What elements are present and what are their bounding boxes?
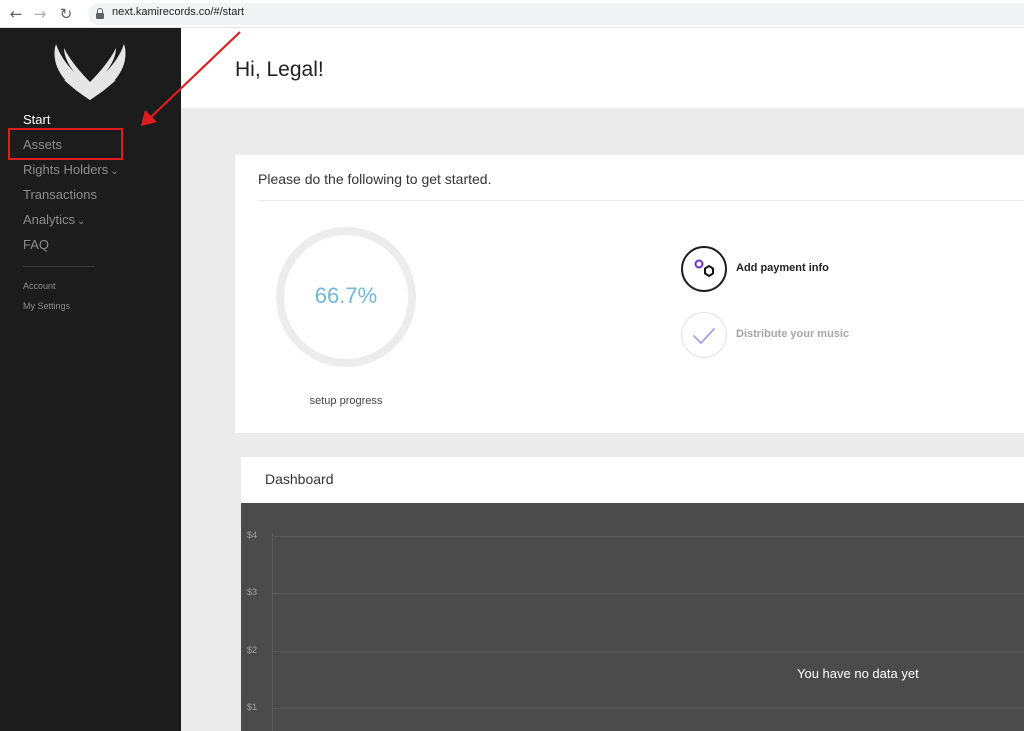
page-header: Hi, Legal! — [181, 28, 1024, 108]
dashboard-card: Dashboard $4 $3 $2 $1 You have no data y… — [241, 457, 1024, 731]
sidebar-item-label: Transactions — [23, 187, 97, 202]
chevron-down-icon: ⌄ — [110, 166, 119, 177]
progress-percentage: 66.7% — [314, 283, 378, 308]
empty-chart-message: You have no data yet — [797, 666, 919, 681]
y-tick-label: $1 — [247, 702, 258, 712]
back-arrow-icon[interactable]: ← — [6, 4, 26, 24]
reload-icon[interactable]: ↻ — [56, 4, 76, 24]
sidebar-item-label: Start — [23, 112, 51, 127]
sidebar-item-transactions[interactable]: Transactions — [23, 187, 119, 212]
sidebar-item-account[interactable]: Account — [23, 281, 119, 301]
setup-instructions: Please do the following to get started. — [258, 171, 492, 187]
checkmark-icon — [681, 312, 727, 358]
lock-icon — [96, 8, 104, 19]
gridline — [272, 708, 1024, 709]
gridline — [272, 536, 1024, 537]
y-tick-label: $4 — [247, 530, 258, 540]
sidebar-item-label: Analytics — [23, 212, 76, 227]
setup-card: Please do the following to get started. … — [235, 155, 1024, 433]
gridline — [272, 651, 1024, 652]
sidebar-divider — [23, 266, 95, 267]
forward-arrow-icon[interactable]: → — [30, 4, 50, 24]
chart-y-axis — [272, 533, 273, 731]
step-label: Distribute your music — [736, 328, 850, 340]
y-tick-label: $3 — [247, 587, 258, 597]
gridline — [272, 593, 1024, 594]
sidebar-item-label: FAQ — [23, 237, 50, 252]
payment-shapes-icon — [681, 246, 727, 292]
chevron-down-icon: ⌄ — [77, 216, 86, 227]
sidebar-item-analytics[interactable]: Analytics ⌄ — [23, 212, 119, 237]
y-tick-label: $2 — [247, 645, 258, 655]
address-bar[interactable]: next.kamirecords.co/#/start — [88, 3, 1024, 25]
page-title: Hi, Legal! — [235, 58, 324, 81]
browser-toolbar: ← → ↻ next.kamirecords.co/#/start — [0, 0, 1024, 28]
annotation-highlight-box — [8, 128, 123, 160]
step-label: Add payment info — [736, 262, 829, 274]
sidebar-item-my-settings[interactable]: My Settings — [23, 301, 119, 321]
progress-label: setup progress — [309, 395, 383, 407]
sidebar-item-label: Rights Holders — [23, 162, 109, 177]
card-divider — [258, 200, 1024, 201]
sidebar-item-rights-holders[interactable]: Rights Holders ⌄ — [23, 162, 119, 187]
dashboard-chart: $4 $3 $2 $1 You have no data yet — [241, 503, 1024, 731]
url-text[interactable]: next.kamirecords.co/#/start — [112, 6, 244, 18]
sidebar-item-faq[interactable]: FAQ — [23, 237, 119, 262]
dashboard-title: Dashboard — [265, 471, 334, 487]
wings-logo-icon[interactable] — [44, 42, 136, 104]
